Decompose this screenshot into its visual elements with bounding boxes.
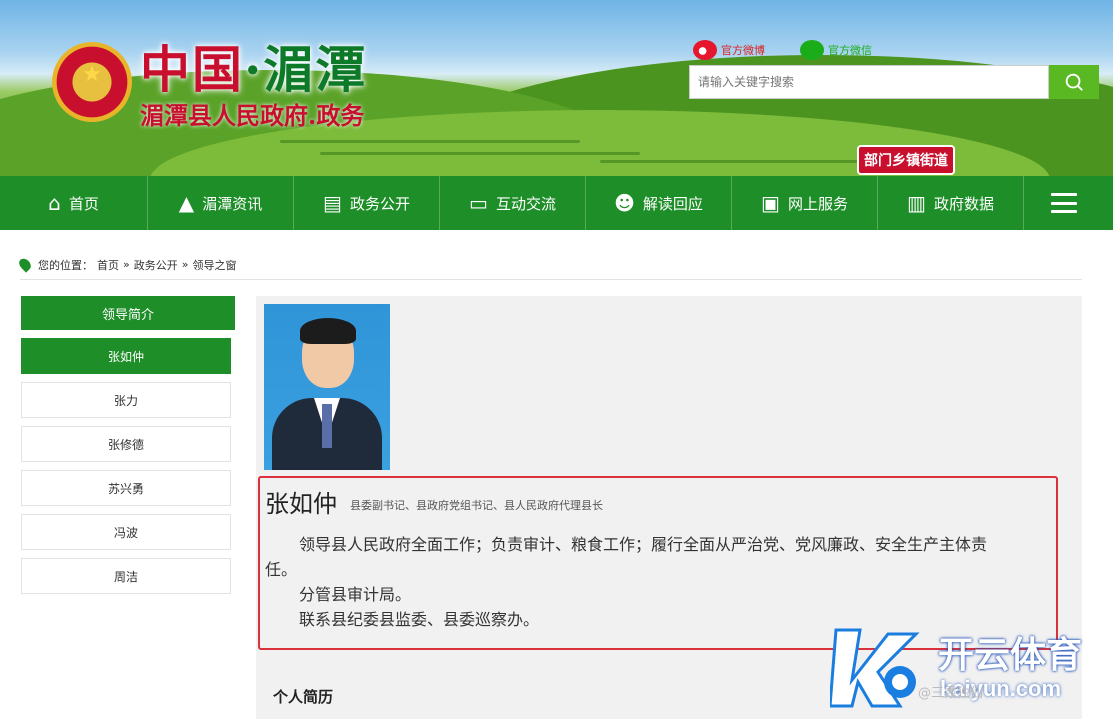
main-nav: ⌂ 首页 ▲ 湄潭资讯 ▤ 政务公开 ▭ 互动交流 ☻ 解读回应 ▣ 网上服务 … — [0, 176, 1113, 230]
nav-item-gov-data[interactable]: ▥ 政府数据 — [878, 176, 1024, 230]
nav-item-news[interactable]: ▲ 湄潭资讯 — [148, 176, 294, 230]
leader-position: 县委副书记、县政府党组书记、县人民政府代理县长 — [350, 499, 603, 512]
site-title[interactable]: 中国·湄潭 — [140, 30, 367, 102]
watermark: 开云体育 kaiyun.com @三霞独仙 — [830, 620, 1110, 716]
leader-name: 张如仲 — [265, 490, 337, 518]
watermark-brand: 开云体育 — [938, 634, 1083, 675]
nav-label: 政府数据 — [933, 194, 994, 213]
wechat-icon — [800, 40, 824, 60]
sidebar-item-leader[interactable]: 苏兴勇 — [21, 470, 231, 506]
sidebar-item-leader[interactable]: 张力 — [21, 382, 231, 418]
home-icon: ⌂ — [48, 191, 61, 215]
wechat-label: 官方微信 — [828, 44, 872, 57]
sidebar-heading: 领导简介 — [21, 296, 235, 330]
duty-line: 任。 — [265, 560, 298, 579]
watermark-extra: @三霞独仙 — [918, 686, 984, 701]
location-pin-icon — [16, 256, 34, 273]
breadcrumb-sep: » — [181, 258, 189, 271]
national-emblem-icon: ★ — [52, 42, 132, 122]
weibo-icon — [693, 40, 717, 60]
tea-row — [280, 140, 580, 143]
search-input[interactable] — [689, 65, 1049, 99]
duty-line: 领导县人民政府全面工作；负责审计、粮食工作；履行全面从严治党、党风廉政、安全生产… — [299, 535, 988, 554]
resume-heading: 个人简历 — [273, 688, 334, 706]
leader-duties: 领导县人民政府全面工作；负责审计、粮食工作；履行全面从严治党、党风廉政、安全生产… — [265, 532, 1051, 632]
monitor-icon: ▭ — [469, 191, 488, 215]
sidebar-item-leader[interactable]: 周洁 — [21, 558, 231, 594]
duty-line: 分管县审计局。 — [299, 585, 412, 604]
nav-item-open-affairs[interactable]: ▤ 政务公开 — [294, 176, 440, 230]
search-button[interactable] — [1049, 65, 1099, 99]
sidebar: 领导简介 张如仲 张力 张修德 苏兴勇 冯波 周洁 — [21, 296, 235, 594]
photo-hair — [300, 318, 356, 344]
nav-item-home[interactable]: ⌂ 首页 — [0, 176, 148, 230]
chart-icon: ▥ — [907, 191, 926, 215]
nav-label: 湄潭资讯 — [202, 194, 263, 213]
document-icon: ▤ — [323, 191, 342, 215]
mountain-icon: ▲ — [178, 191, 195, 215]
kaiyun-logo-icon — [830, 628, 920, 708]
nav-label: 互动交流 — [495, 194, 556, 213]
leader-photo — [264, 304, 390, 470]
nav-item-interaction[interactable]: ▭ 互动交流 — [440, 176, 586, 230]
photo-tie — [322, 404, 332, 448]
nav-label: 政务公开 — [349, 194, 410, 213]
breadcrumb-prefix: 您的位置： — [38, 258, 93, 272]
breadcrumb: 您的位置： 首页 » 政务公开 » 领导之窗 — [16, 256, 1082, 280]
site-subtitle: 湄潭县人民政府.政务 — [140, 101, 365, 130]
tea-row — [600, 160, 860, 163]
sidebar-item-leader[interactable]: 张如仲 — [21, 338, 231, 374]
sidebar-item-leader[interactable]: 张修德 — [21, 426, 231, 462]
header-banner: ★ 中国·湄潭 湄潭县人民政府.政务 官方微博 官方微信 部门乡镇街道 — [0, 0, 1113, 176]
tea-row — [320, 152, 640, 155]
sidebar-item-leader[interactable]: 冯波 — [21, 514, 231, 550]
nav-label: 解读回应 — [642, 194, 703, 213]
nav-label: 首页 — [68, 194, 99, 213]
breadcrumb-leaders[interactable]: 领导之窗 — [192, 257, 236, 273]
wechat-link[interactable]: 官方微信 — [800, 38, 872, 62]
chat-icon: ▣ — [761, 191, 780, 215]
breadcrumb-sep: » — [123, 258, 130, 271]
search-icon — [1065, 73, 1083, 91]
dept-town-button[interactable]: 部门乡镇街道 — [857, 145, 955, 175]
breadcrumb-open-affairs[interactable]: 政务公开 — [134, 257, 178, 273]
people-icon: ☻ — [614, 191, 635, 215]
nav-menu-button[interactable] — [1024, 176, 1104, 230]
weibo-label: 官方微博 — [721, 44, 765, 57]
nav-label: 网上服务 — [787, 194, 848, 213]
breadcrumb-home[interactable]: 首页 — [97, 257, 119, 273]
weibo-link[interactable]: 官方微博 — [693, 38, 765, 62]
menu-icon — [1051, 193, 1077, 213]
nav-item-interpretation[interactable]: ☻ 解读回应 — [586, 176, 732, 230]
nav-item-online-service[interactable]: ▣ 网上服务 — [732, 176, 878, 230]
